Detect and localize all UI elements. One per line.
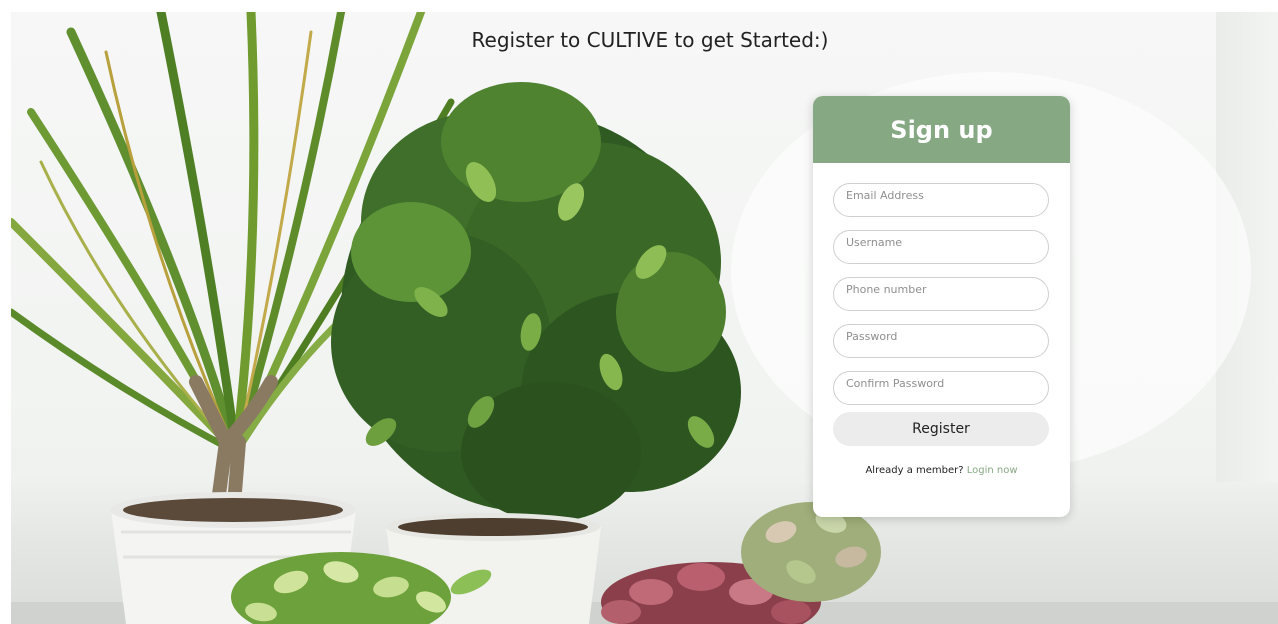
phone-number-field[interactable] bbox=[833, 277, 1049, 311]
page: Register to CULTIVE to get Started:) Sig… bbox=[0, 0, 1278, 624]
background-photo bbox=[11, 12, 1278, 624]
signup-heading: Sign up bbox=[890, 115, 993, 144]
page-title: Register to CULTIVE to get Started:) bbox=[471, 28, 829, 52]
member-prompt-text: Already a member? bbox=[865, 465, 964, 476]
register-button[interactable]: Register bbox=[833, 412, 1049, 446]
plants-illustration bbox=[11, 12, 1251, 624]
login-prompt: Already a member? Login now bbox=[833, 465, 1050, 476]
login-now-link[interactable]: Login now bbox=[967, 465, 1018, 476]
password-field[interactable] bbox=[833, 324, 1049, 358]
email-field[interactable] bbox=[833, 183, 1049, 217]
signup-card: Sign up Register Already a member? Login… bbox=[813, 96, 1070, 517]
confirm-password-field[interactable] bbox=[833, 371, 1049, 405]
signup-card-header: Sign up bbox=[813, 96, 1070, 163]
username-field[interactable] bbox=[833, 230, 1049, 264]
signup-form: Register Already a member? Login now bbox=[813, 163, 1070, 476]
